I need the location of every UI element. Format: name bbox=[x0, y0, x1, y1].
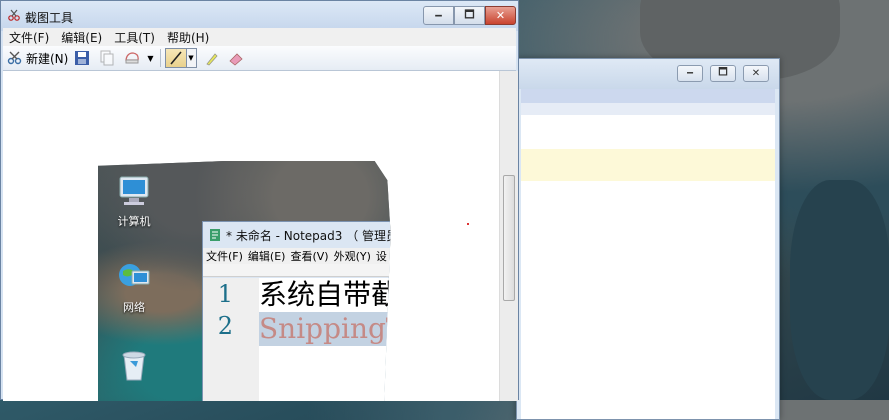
separator bbox=[159, 49, 161, 67]
background-window-titlebar[interactable]: 🗕 🗖 ✕ bbox=[517, 59, 779, 89]
notepad-toolbar bbox=[203, 264, 391, 277]
desktop-icon-recycle-bin bbox=[104, 349, 164, 387]
pen-dropdown-button[interactable]: ▼ bbox=[186, 48, 197, 68]
scissors-icon bbox=[7, 51, 22, 65]
maximize-button[interactable]: 🗖 bbox=[710, 65, 736, 82]
vertical-scrollbar[interactable] bbox=[499, 71, 518, 401]
notepad-titlebar: * 未命名 - Notepad3 （ 管理员权 bbox=[203, 222, 411, 248]
menu-edit[interactable]: 编辑(E) bbox=[61, 29, 102, 46]
menu-tools[interactable]: 工具(T) bbox=[114, 29, 155, 46]
send-snip-icon[interactable] bbox=[124, 50, 140, 66]
notepad-title: * 未命名 - Notepad3 （ 管理员权 bbox=[226, 228, 411, 243]
desktop-icon-network: 网络 bbox=[104, 261, 164, 315]
red-dot bbox=[467, 223, 469, 225]
notepad-menu-appearance: 外观(Y) bbox=[333, 250, 371, 263]
network-icon bbox=[119, 264, 150, 286]
dropdown-arrow-icon[interactable]: ▼ bbox=[147, 54, 153, 63]
titlebar[interactable]: 截图工具 🗕 🗖 ✕ bbox=[1, 1, 518, 31]
desktop-icon-computer: 计算机 bbox=[104, 175, 164, 229]
copy-icon[interactable] bbox=[99, 50, 115, 66]
desktop-icon-label: 计算机 bbox=[117, 215, 151, 228]
eraser-icon[interactable] bbox=[228, 50, 244, 66]
background-rock bbox=[790, 180, 889, 400]
ribbon-band bbox=[521, 89, 775, 103]
snip-image: 计算机 网络 * 未命名 - Notepad3 （ 管理员权 文件(F) 编辑(… bbox=[98, 161, 411, 401]
notepad-icon bbox=[210, 229, 220, 241]
desktop-icon-label: 网络 bbox=[123, 301, 145, 314]
close-button[interactable]: ✕ bbox=[485, 6, 516, 25]
new-snip-label: 新建(N) bbox=[26, 51, 69, 66]
notepad-menu-bar: 文件(F) 编辑(E) 查看(V) 外观(Y) 设 bbox=[203, 248, 391, 264]
notepad-menu-view: 查看(V) bbox=[290, 250, 329, 263]
snipping-tool-window[interactable]: 截图工具 🗕 🗖 ✕ 文件(F) 编辑(E) 工具(T) 帮助(H) 新建(N)… bbox=[0, 0, 519, 401]
scrollbar-thumb[interactable] bbox=[503, 175, 515, 301]
recycle-bin-icon bbox=[122, 351, 146, 381]
pen-icon bbox=[169, 51, 182, 65]
menu-bar: 文件(F) 编辑(E) 工具(T) 帮助(H) bbox=[3, 28, 516, 46]
minimize-button[interactable]: 🗕 bbox=[677, 65, 703, 82]
new-snip-button[interactable]: 新建(N) bbox=[7, 48, 68, 68]
save-icon[interactable] bbox=[74, 50, 90, 66]
line-number: 2 bbox=[217, 312, 233, 340]
menu-help[interactable]: 帮助(H) bbox=[167, 29, 209, 46]
window-title: 截图工具 bbox=[25, 11, 74, 25]
pen-button[interactable] bbox=[164, 48, 187, 68]
close-button[interactable]: ✕ bbox=[743, 65, 769, 82]
toolbar: 新建(N) ▼ ▼ bbox=[3, 46, 516, 71]
scissors-icon bbox=[8, 9, 20, 21]
line-number-gutter: 1 2 bbox=[203, 278, 259, 401]
menu-file[interactable]: 文件(F) bbox=[9, 29, 49, 46]
notepad-editor: 1 2 系统自带截 SnippingTo bbox=[203, 278, 391, 401]
maximize-button[interactable]: 🗖 bbox=[454, 6, 485, 25]
highlighter-icon[interactable] bbox=[203, 50, 219, 66]
background-window[interactable]: 🗕 🗖 ✕ bbox=[516, 58, 780, 420]
line-number: 1 bbox=[217, 280, 233, 308]
minimize-button[interactable]: 🗕 bbox=[423, 6, 454, 25]
notepad-menu-edit: 编辑(E) bbox=[247, 250, 286, 263]
highlighted-row bbox=[521, 149, 775, 181]
notepad-menu-settings: 设 bbox=[375, 250, 387, 263]
notepad-menu-file: 文件(F) bbox=[206, 250, 243, 263]
notepad3-window: * 未命名 - Notepad3 （ 管理员权 文件(F) 编辑(E) 查看(V… bbox=[202, 221, 411, 401]
ribbon-band bbox=[521, 103, 775, 115]
computer-icon bbox=[119, 176, 149, 205]
